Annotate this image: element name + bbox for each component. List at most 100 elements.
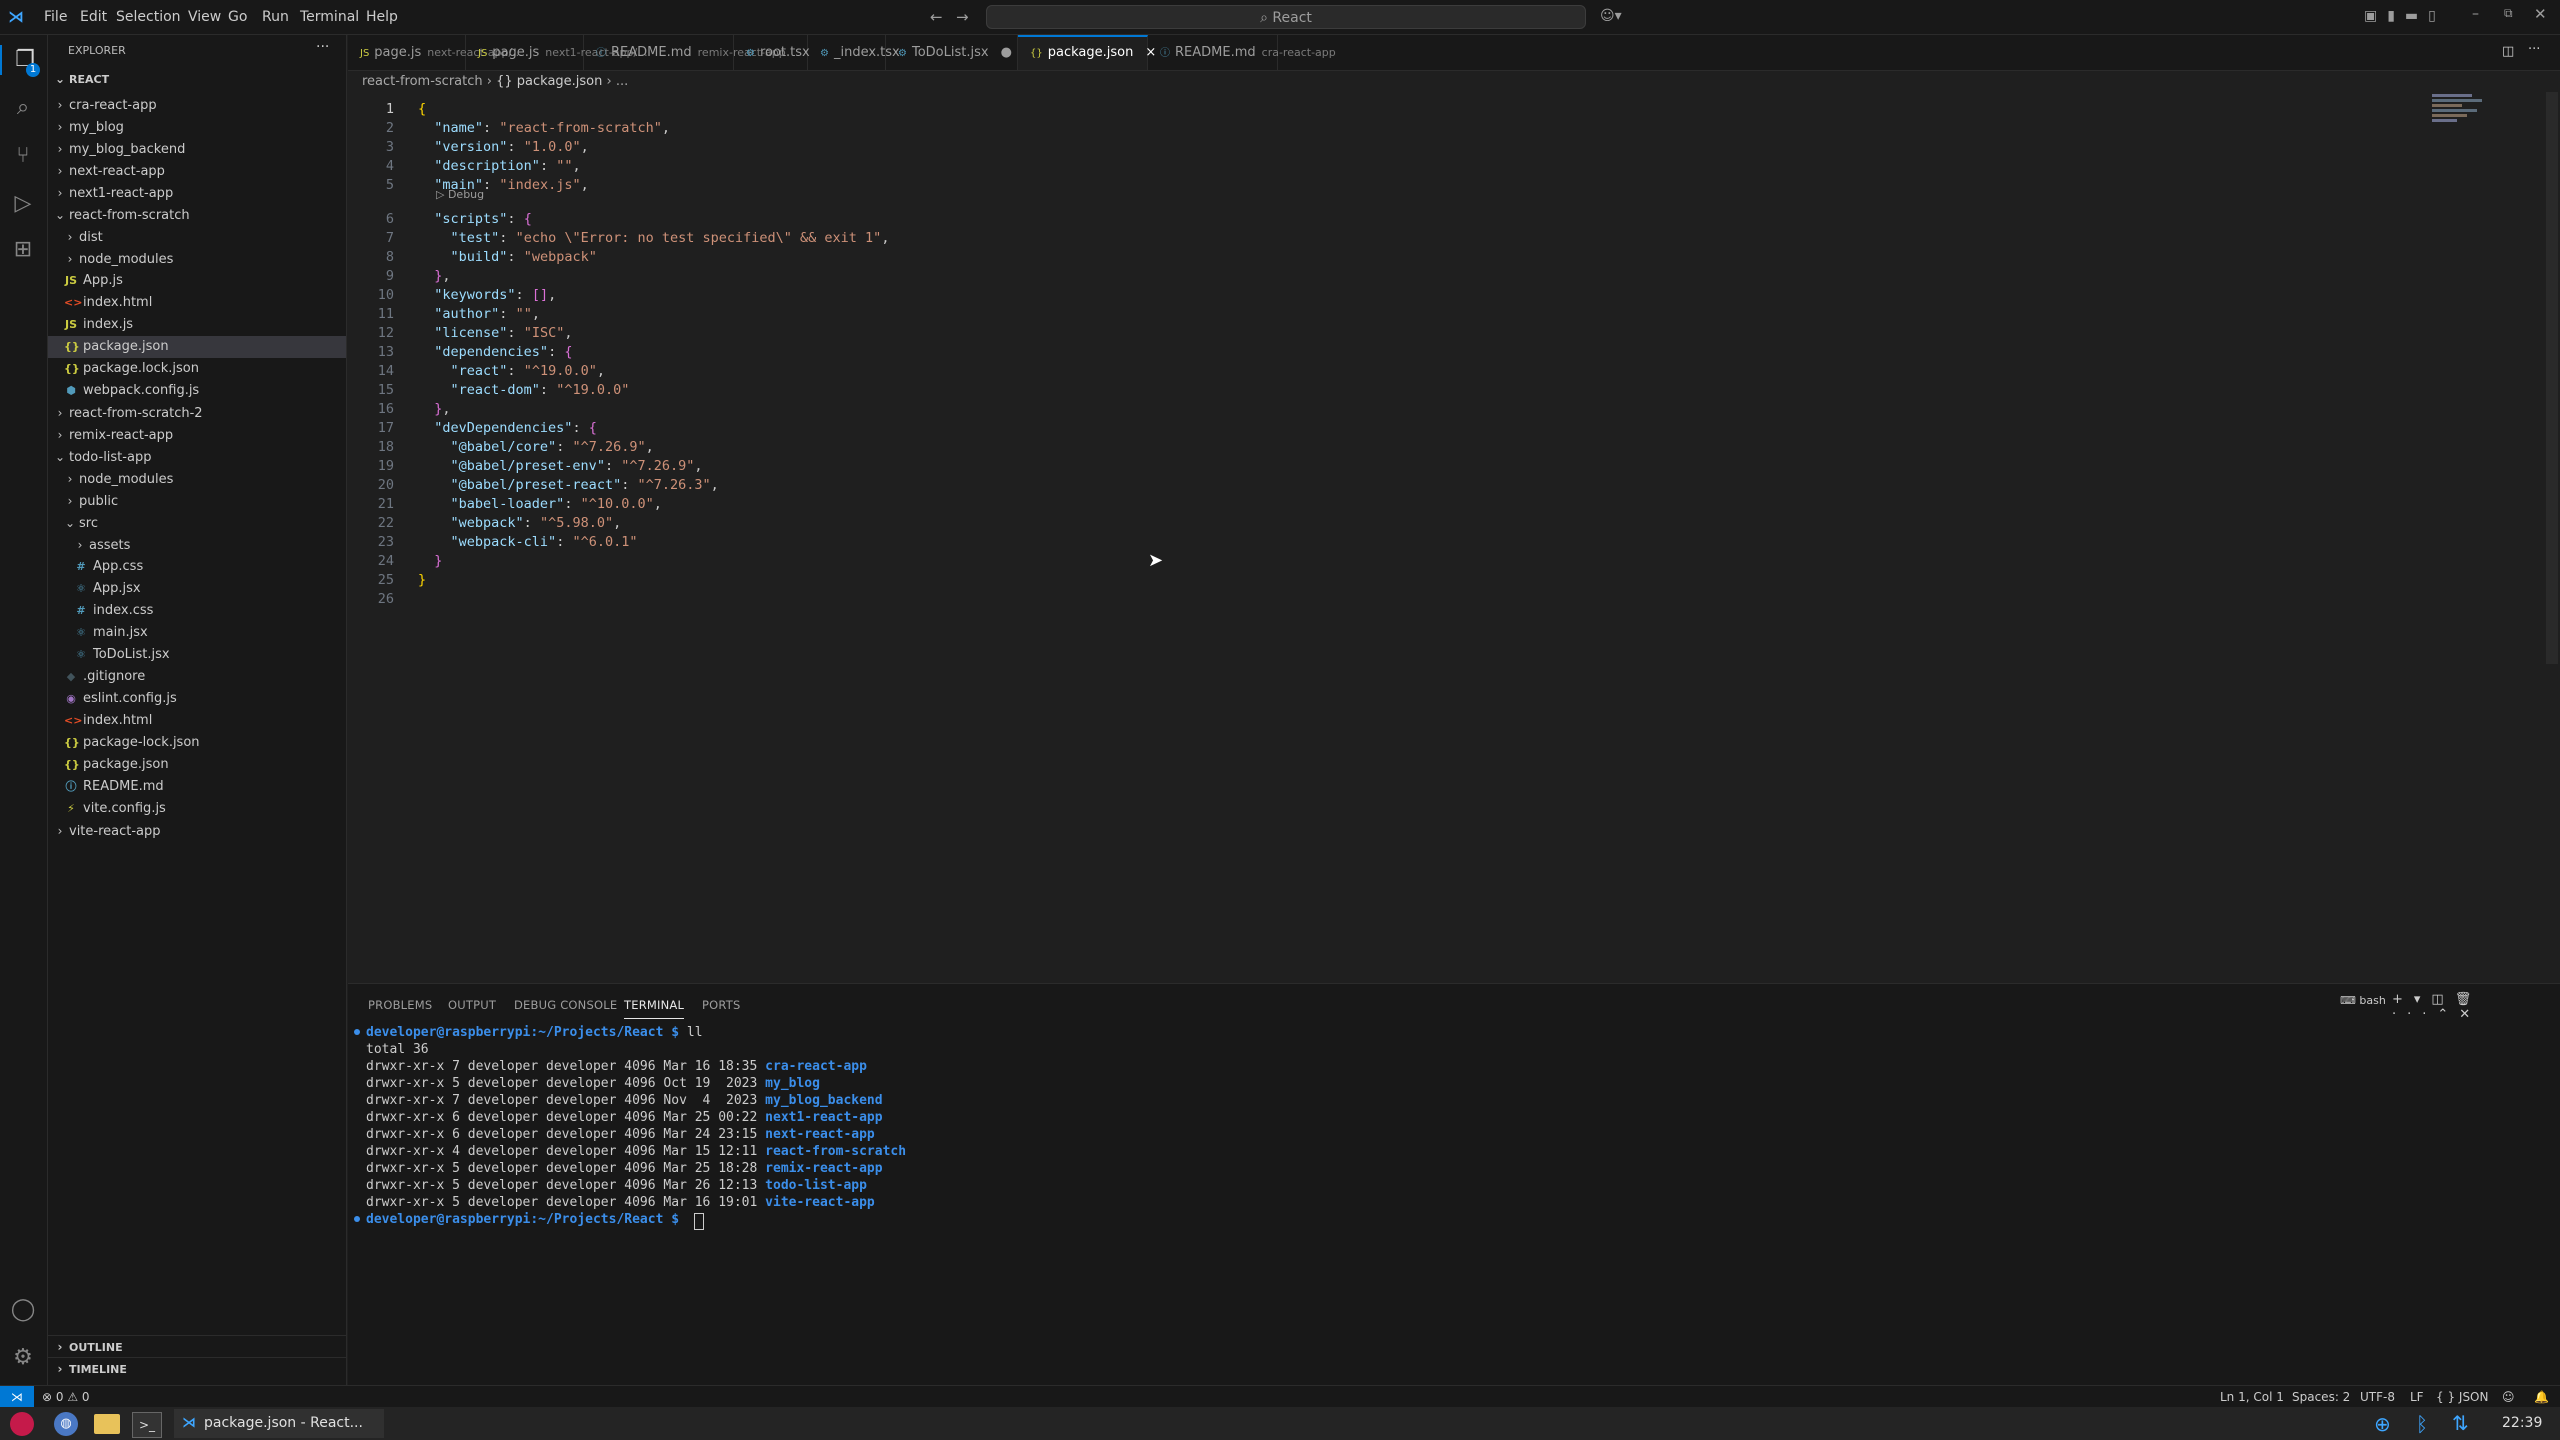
browser-globe-icon[interactable]: ◍ <box>54 1412 78 1436</box>
editor-tab[interactable]: ⓘ README.md remix-react-app <box>584 35 786 70</box>
search-icon[interactable]: ⌕ <box>8 93 38 123</box>
editor-tab[interactable]: JS page.js next1-react-app/... <box>466 35 648 70</box>
editor-tab[interactable]: ⚙ root.tsx <box>734 35 810 70</box>
tree-file[interactable]: ⬢ webpack.config.js <box>48 380 346 402</box>
menu-selection[interactable]: Selection <box>116 0 181 34</box>
remote-indicator[interactable]: ⋊ <box>0 1386 34 1408</box>
forward-arrow-icon[interactable]: → <box>956 8 969 26</box>
panel-tab-problems[interactable]: PROBLEMS <box>368 998 432 1018</box>
menu-go[interactable]: Go <box>228 0 247 34</box>
split-editor-icon[interactable]: ◫ <box>2502 44 2514 59</box>
editor-scrollbar[interactable] <box>2546 92 2558 664</box>
indentation[interactable]: Spaces: 2 <box>2292 1386 2350 1408</box>
layout-controls[interactable]: ▣▮▬▯ <box>2364 8 2446 24</box>
editor-more-icon[interactable]: ··· <box>2528 42 2540 57</box>
terminal-app-icon[interactable]: >_ <box>132 1412 162 1438</box>
tree-folder[interactable]: ⌄ src <box>48 512 346 534</box>
command-decoration-icon[interactable] <box>354 1216 360 1222</box>
menu-edit[interactable]: Edit <box>80 0 107 34</box>
tree-folder[interactable]: › node_modules <box>48 248 346 270</box>
outline-section[interactable]: › OUTLINE <box>48 1335 346 1358</box>
workspace-root[interactable]: ⌄ REACT <box>54 72 109 86</box>
bluetooth-icon[interactable]: ᛒ <box>2416 1412 2428 1436</box>
tree-folder[interactable]: › vite-react-app <box>48 820 346 842</box>
menu-run[interactable]: Run <box>262 0 289 34</box>
command-decoration-icon[interactable] <box>354 1029 360 1035</box>
cursor-position[interactable]: Ln 1, Col 1 <box>2220 1386 2284 1408</box>
tree-folder[interactable]: › my_blog_backend <box>48 138 346 160</box>
timeline-section[interactable]: › TIMELINE <box>48 1357 346 1380</box>
tree-folder[interactable]: › remix-react-app <box>48 424 346 446</box>
extensions-icon[interactable]: ⊞ <box>8 235 38 265</box>
panel-tab-debug-console[interactable]: DEBUG CONSOLE <box>514 998 617 1018</box>
tree-folder[interactable]: › react-from-scratch-2 <box>48 402 346 424</box>
more-actions-icon[interactable]: ··· <box>316 39 329 55</box>
terminal-shell-label[interactable]: ⌨ bash <box>2340 994 2386 1007</box>
file-manager-folder-icon[interactable] <box>94 1414 120 1434</box>
debug-codelens[interactable]: ▷ Debug <box>436 188 484 201</box>
download-tray-icon[interactable]: ⊕ <box>2374 1412 2391 1436</box>
tree-folder[interactable]: ⌄ react-from-scratch <box>48 204 346 226</box>
panel-tab-output[interactable]: OUTPUT <box>448 998 496 1018</box>
account-icon[interactable]: ◯ <box>8 1295 38 1325</box>
copilot-status-icon[interactable]: ☺ <box>2502 1386 2515 1408</box>
editor-tab[interactable]: JS page.js next-react-app/... <box>348 35 523 70</box>
tree-folder[interactable]: › node_modules <box>48 468 346 490</box>
tree-file[interactable]: {} package.json <box>48 336 346 358</box>
tree-file[interactable]: {} package.json <box>48 754 346 776</box>
menu-file[interactable]: File <box>44 0 67 34</box>
run-debug-icon[interactable]: ▷ <box>8 189 38 219</box>
unsaved-dot-icon[interactable]: ● <box>1001 45 1012 60</box>
tree-folder[interactable]: › dist <box>48 226 346 248</box>
eol[interactable]: LF <box>2410 1386 2424 1408</box>
settings-gear-icon[interactable]: ⚙ <box>8 1343 38 1373</box>
menu-terminal[interactable]: Terminal <box>300 0 359 34</box>
language-mode[interactable]: { } JSON <box>2436 1386 2488 1408</box>
tree-folder[interactable]: › assets <box>48 534 346 556</box>
tree-folder[interactable]: › my_blog <box>48 116 346 138</box>
notifications-bell-icon[interactable]: 🔔 <box>2534 1386 2549 1408</box>
tree-file[interactable]: # App.css <box>48 556 346 578</box>
breadcrumb-folder[interactable]: react-from-scratch <box>362 74 483 89</box>
tree-folder[interactable]: › cra-react-app <box>48 94 346 116</box>
vscode-taskbar-item[interactable]: ⋊ package.json - React... <box>174 1409 384 1438</box>
editor-tab[interactable]: ⚙ _index.tsx <box>808 35 900 70</box>
minimap[interactable] <box>2432 92 2492 142</box>
editor-tab[interactable]: {} package.json × <box>1018 35 1156 70</box>
tree-file[interactable]: ◆ .gitignore <box>48 666 346 688</box>
tree-file[interactable]: {} package-lock.json <box>48 732 346 754</box>
tree-file[interactable]: ⚛ ToDoList.jsx <box>48 644 346 666</box>
encoding[interactable]: UTF-8 <box>2360 1386 2395 1408</box>
menu-view[interactable]: View <box>188 0 221 34</box>
tree-file[interactable]: <>index.html <box>48 292 346 314</box>
menu-help[interactable]: Help <box>366 0 398 34</box>
back-arrow-icon[interactable]: ← <box>930 8 943 26</box>
panel-actions[interactable]: +▾◫🗑···⌃✕ <box>2392 992 2560 1022</box>
tree-file[interactable]: # index.css <box>48 600 346 622</box>
copilot-icon[interactable]: ☺▾ <box>1600 8 1622 24</box>
minimize-button[interactable]: – <box>2472 6 2479 22</box>
editor-tab[interactable]: ⚙ ToDoList.jsx ● <box>886 35 1018 70</box>
network-transfer-icon[interactable]: ⇅ <box>2452 1411 2469 1435</box>
editor-tab[interactable]: ⓘ README.md cra-react-app <box>1148 35 1336 70</box>
tree-file[interactable]: JS index.js <box>48 314 346 336</box>
tree-file[interactable]: ◉ eslint.config.js <box>48 688 346 710</box>
raspberry-menu-icon[interactable] <box>10 1412 34 1436</box>
tree-folder[interactable]: ⌄ todo-list-app <box>48 446 346 468</box>
breadcrumb-file[interactable]: {} package.json <box>496 74 602 89</box>
tree-file[interactable]: <>index.html <box>48 710 346 732</box>
explorer-icon[interactable]: ❐ <box>0 45 48 75</box>
tree-file[interactable]: ⚡ vite.config.js <box>48 798 346 820</box>
panel-tab-terminal[interactable]: TERMINAL <box>624 998 685 1019</box>
panel-tab-ports[interactable]: PORTS <box>702 998 740 1018</box>
tree-folder[interactable]: › next-react-app <box>48 160 346 182</box>
tree-file[interactable]: {} package.lock.json <box>48 358 346 380</box>
restore-button[interactable]: ⧉ <box>2504 6 2513 21</box>
close-window-button[interactable]: ✕ <box>2534 5 2547 23</box>
tree-folder[interactable]: › next1-react-app <box>48 182 346 204</box>
tree-folder[interactable]: › public <box>48 490 346 512</box>
tree-file[interactable]: ⚛ App.jsx <box>48 578 346 600</box>
tree-file[interactable]: ⚛ main.jsx <box>48 622 346 644</box>
tree-file[interactable]: JS App.js <box>48 270 346 292</box>
problems-indicator[interactable]: ⊗ 0 ⚠ 0 <box>42 1386 90 1408</box>
